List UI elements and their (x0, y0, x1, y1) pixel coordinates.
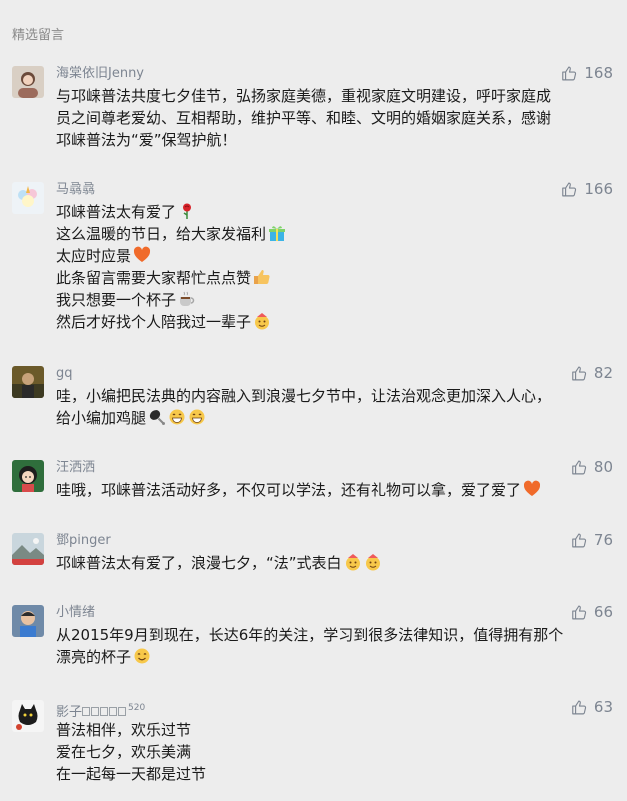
landscape-icon (12, 533, 44, 565)
like-button[interactable]: 66 (571, 603, 613, 621)
comment-line: 哇，小编把民法典的内容融入到浪漫七夕节中，让法治观念更加深入人心， (56, 387, 552, 405)
nickname-main: 影子 (56, 705, 83, 720)
comment-line: 太应时应景 (56, 247, 132, 265)
coffee-emoji (178, 290, 196, 308)
birthday-emoji (253, 312, 271, 330)
kid-portrait-icon (12, 605, 44, 637)
rose-emoji (178, 202, 196, 220)
comment-line: 爱在七夕，欢乐美满 (56, 743, 192, 761)
square-glyph-icon (118, 707, 127, 716)
thumbs-up-outline-icon (561, 65, 578, 82)
thumbs-up-emoji (253, 268, 271, 286)
nickname[interactable]: 小情绪 (56, 605, 95, 621)
thumbs-up-outline-icon (571, 532, 588, 549)
comment-line-row: 给小编加鸡腿 (56, 407, 612, 429)
comment-line: 邛崃普法太有爱了，浪漫七夕，“法”式表白 (56, 554, 342, 572)
smile-emoji (133, 647, 151, 665)
comment-line-row: 此条留言需要大家帮忙点点赞 (56, 267, 612, 289)
thumbs-up-outline-icon (571, 459, 588, 476)
avatar[interactable] (12, 460, 44, 492)
comment-text: 与邛崃普法共度七夕佳节，弘扬家庭美德，重视家庭文明建设，呼吁家庭成 员之间尊老爱… (56, 85, 612, 151)
comment-line: 从2015年9月到现在，长达6年的关注，学习到很多法律知识，值得拥有那个 (56, 626, 564, 644)
thumbs-up-outline-icon (561, 181, 578, 198)
avatar[interactable] (12, 66, 44, 98)
unicorn-icon (12, 182, 44, 214)
avatar[interactable] (12, 182, 44, 214)
cartoon-girl-icon (12, 460, 44, 492)
thumbs-up-outline-icon (571, 699, 588, 716)
comment-line: 此条留言需要大家帮忙点点赞 (56, 269, 252, 287)
nickname[interactable]: 汪洒洒 (56, 460, 95, 476)
comment-line-row: 邛崃普法太有爱了 (56, 201, 612, 223)
like-count: 80 (593, 458, 613, 476)
comment-text: 普法相伴，欢乐过节 爱在七夕，欢乐美满 在一起每一天都是过节 (56, 719, 612, 785)
birthday-emoji (364, 553, 382, 571)
like-count: 76 (593, 531, 613, 549)
avatar[interactable] (12, 700, 44, 732)
like-count: 63 (593, 698, 613, 716)
comment-line: 员之间尊老爱幼、互相帮助，维护平等、和睦、文明的婚姻家庭关系，感谢 (56, 109, 552, 127)
heart-emoji (523, 480, 541, 498)
comment-line-row: 这么温暖的节日，给大家发福利 (56, 223, 612, 245)
comment-line-row: 哇哦，邛崃普法活动好多，不仅可以学法，还有礼物可以拿，爱了爱了 (56, 479, 612, 501)
square-glyph-icon (109, 707, 118, 716)
comment-text: 邛崃普法太有爱了，浪漫七夕，“法”式表白 (56, 552, 612, 574)
like-count: 166 (584, 180, 613, 198)
nickname[interactable]: 影子 520 (56, 700, 145, 721)
grin-emoji (168, 408, 186, 426)
comment-line: 邛崃普法为“爱”保驾护航！ (56, 131, 237, 149)
comment-line: 普法相伴，欢乐过节 (56, 721, 192, 739)
square-glyph-icon (91, 707, 100, 716)
square-glyph-icon (100, 707, 109, 716)
comment-text: 从2015年9月到现在，长达6年的关注，学习到很多法律知识，值得拥有那个 漂亮的… (56, 624, 612, 668)
like-count: 168 (584, 64, 613, 82)
like-button[interactable]: 166 (561, 180, 613, 198)
heart-emoji (133, 246, 151, 264)
nickname-superscript: 520 (128, 703, 146, 713)
like-button[interactable]: 76 (571, 531, 613, 549)
like-button[interactable]: 82 (571, 364, 613, 382)
comment-text: 哇哦，邛崃普法活动好多，不仅可以学法，还有礼物可以拿，爱了爱了 (56, 479, 612, 501)
photo-portrait-icon (12, 366, 44, 398)
comment-line: 我只想要一个杯子 (56, 291, 177, 309)
comment-line: 在一起每一天都是过节 (56, 765, 207, 783)
like-count: 82 (593, 364, 613, 382)
comment-line-row: 邛崃普法太有爱了，浪漫七夕，“法”式表白 (56, 552, 612, 574)
black-cat-icon (12, 700, 44, 732)
comment-line: 与邛崃普法共度七夕佳节，弘扬家庭美德，重视家庭文明建设，呼吁家庭成 (56, 87, 552, 105)
comment-line: 漂亮的杯子 (56, 648, 132, 666)
comment-line: 然后才好找个人陪我过一辈子 (56, 313, 252, 331)
avatar[interactable] (12, 605, 44, 637)
comment-line-row: 然后才好找个人陪我过一辈子 (56, 311, 612, 333)
nickname[interactable]: gq (56, 366, 73, 382)
like-count: 66 (593, 603, 613, 621)
birthday-emoji (344, 553, 362, 571)
gift-emoji (268, 224, 286, 242)
comment-line-row: 漂亮的杯子 (56, 646, 612, 668)
comment-line-row: 我只想要一个杯子 (56, 289, 612, 311)
grin-emoji (188, 408, 206, 426)
section-title: 精选留言 (12, 28, 65, 43)
woman-portrait-icon (12, 66, 44, 98)
avatar[interactable] (12, 533, 44, 565)
nickname[interactable]: 海棠依旧Jenny (56, 66, 144, 82)
square-glyph-icon (82, 707, 91, 716)
comment-line-row: 太应时应景 (56, 245, 612, 267)
comment-line: 给小编加鸡腿 (56, 409, 147, 427)
like-button[interactable]: 168 (561, 64, 613, 82)
like-button[interactable]: 63 (571, 698, 613, 716)
avatar[interactable] (12, 366, 44, 398)
comment-line: 邛崃普法太有爱了 (56, 203, 177, 221)
nickname[interactable]: 马骉骉 (56, 182, 95, 198)
comment-line: 这么温暖的节日，给大家发福利 (56, 225, 267, 243)
nickname[interactable]: 鄧pinger (56, 533, 111, 549)
thumbs-up-outline-icon (571, 604, 588, 621)
comment-text: 邛崃普法太有爱了 这么温暖的节日，给大家发福利 太应时应景 此条留言需要大家帮忙… (56, 201, 612, 333)
like-button[interactable]: 80 (571, 458, 613, 476)
comment-line: 哇哦，邛崃普法活动好多，不仅可以学法，还有礼物可以拿，爱了爱了 (56, 481, 522, 499)
comment-text: 哇，小编把民法典的内容融入到浪漫七夕节中，让法治观念更加深入人心， 给小编加鸡腿 (56, 385, 612, 429)
drumstick-emoji (148, 408, 166, 426)
thumbs-up-outline-icon (571, 365, 588, 382)
